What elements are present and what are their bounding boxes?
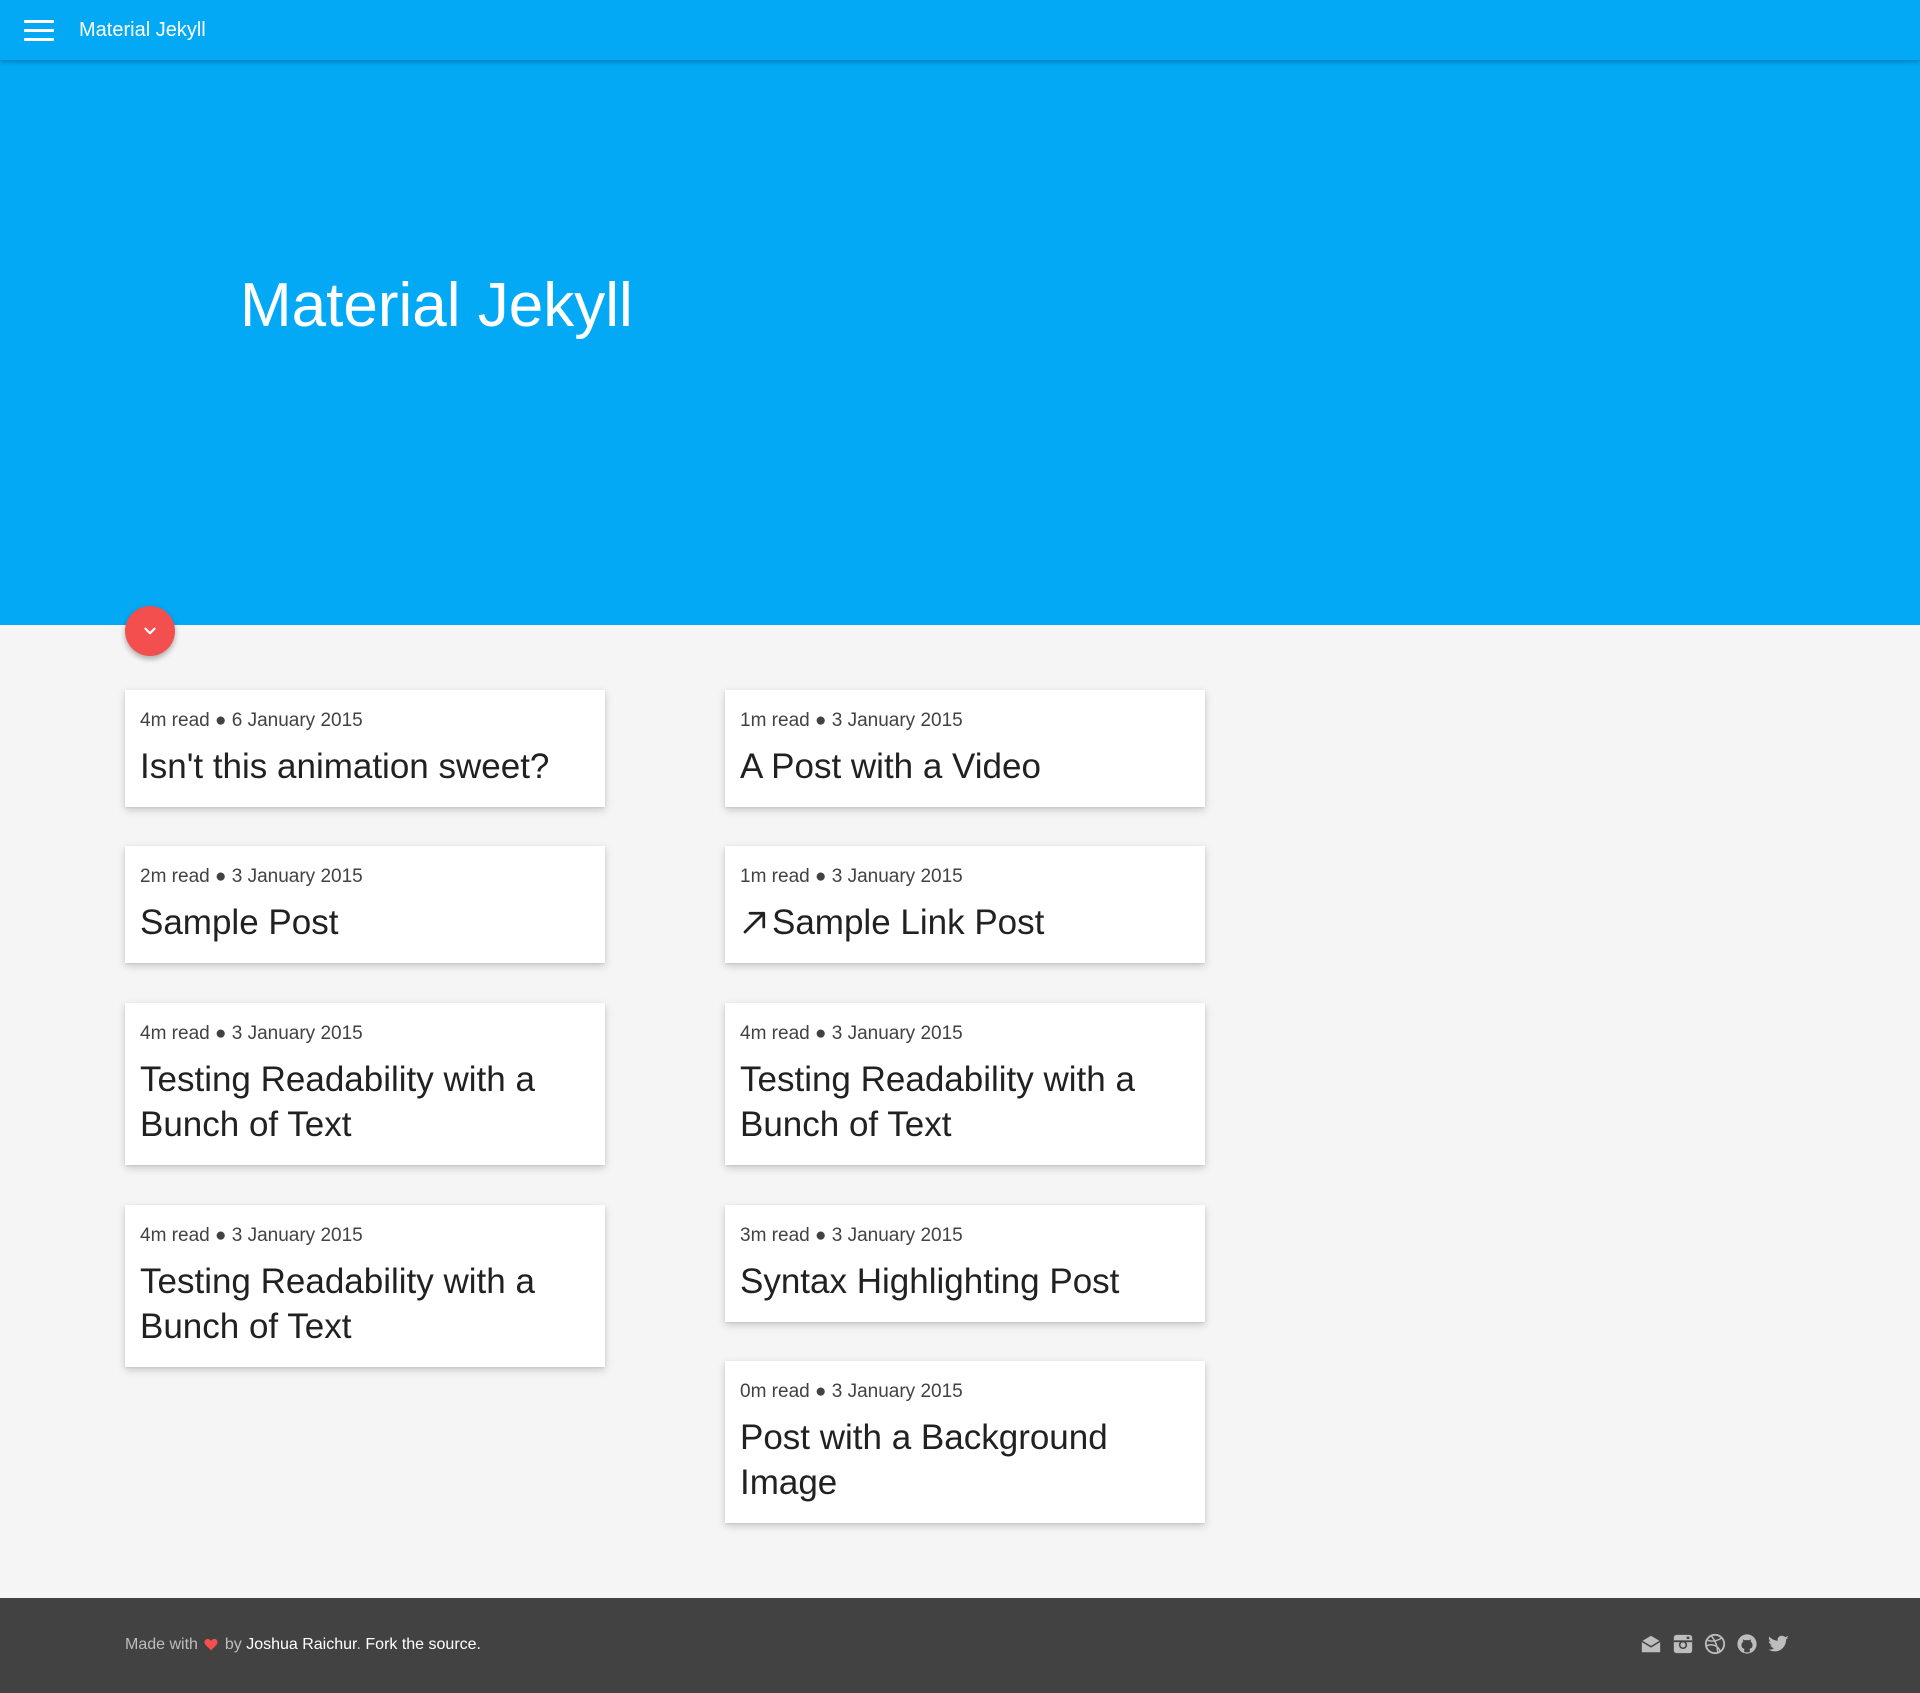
twitter-icon[interactable]: [1768, 1633, 1790, 1655]
post-title[interactable]: Testing Readability with a Bunch of Text: [140, 1057, 590, 1147]
post-meta: 1m read ● 3 January 2015: [740, 866, 963, 887]
hero-banner: Material Jekyll: [0, 60, 1920, 625]
post-card-sample[interactable]: 2m read ● 3 January 2015 Sample Post: [125, 846, 605, 963]
post-meta: 3m read ● 3 January 2015: [740, 1225, 963, 1246]
footer-credits: Made with by Joshua Raichur. Fork the so…: [125, 1636, 481, 1654]
post-meta: 4m read ● 6 January 2015: [140, 710, 363, 731]
scroll-down-button[interactable]: [125, 606, 175, 656]
post-card-link[interactable]: 1m read ● 3 January 2015 Sample Link Pos…: [725, 846, 1205, 963]
menu-icon[interactable]: [24, 14, 56, 46]
post-title[interactable]: Sample Post: [140, 900, 590, 945]
social-links: [1640, 1633, 1790, 1655]
post-card-readability[interactable]: 4m read ● 3 January 2015 Testing Readabi…: [125, 1205, 605, 1367]
post-meta: 1m read ● 3 January 2015: [740, 710, 963, 731]
post-meta: 4m read ● 3 January 2015: [140, 1225, 363, 1246]
footer-by: by: [224, 1636, 242, 1653]
github-icon[interactable]: [1736, 1633, 1758, 1655]
post-title[interactable]: Testing Readability with a Bunch of Text: [140, 1259, 590, 1349]
footer: Made with by Joshua Raichur. Fork the so…: [0, 1598, 1920, 1693]
arrow-up-right-icon: [743, 911, 766, 934]
app-bar: Material Jekyll: [0, 0, 1920, 60]
fork-source-link[interactable]: Fork the source.: [365, 1636, 481, 1653]
instagram-icon[interactable]: [1672, 1633, 1694, 1655]
post-title[interactable]: Testing Readability with a Bunch of Text: [740, 1057, 1190, 1147]
footer-made-with: Made with: [125, 1636, 198, 1653]
post-card-animation[interactable]: 4m read ● 6 January 2015 Isn't this anim…: [125, 690, 605, 807]
app-title[interactable]: Material Jekyll: [79, 19, 206, 42]
chevron-down-icon: [144, 627, 156, 635]
post-title[interactable]: A Post with a Video: [740, 744, 1190, 789]
hero-title: Material Jekyll: [240, 271, 633, 340]
author-link[interactable]: Joshua Raichur: [246, 1636, 356, 1653]
heart-icon: [204, 1638, 218, 1651]
post-meta: 4m read ● 3 January 2015: [140, 1023, 363, 1044]
post-meta: 4m read ● 3 January 2015: [740, 1023, 963, 1044]
post-meta: 2m read ● 3 January 2015: [140, 866, 363, 887]
post-card-syntax[interactable]: 3m read ● 3 January 2015 Syntax Highligh…: [725, 1205, 1205, 1322]
post-title: Sample Link Post: [772, 903, 1045, 942]
post-card-background[interactable]: 0m read ● 3 January 2015 Post with a Bac…: [725, 1361, 1205, 1523]
post-card-readability[interactable]: 4m read ● 3 January 2015 Testing Readabi…: [125, 1003, 605, 1165]
post-title-row[interactable]: Sample Link Post: [740, 900, 1190, 945]
post-meta: 0m read ● 3 January 2015: [740, 1381, 963, 1402]
post-title[interactable]: Post with a Background Image: [740, 1415, 1190, 1505]
post-card-video[interactable]: 1m read ● 3 January 2015 A Post with a V…: [725, 690, 1205, 807]
post-title[interactable]: Syntax Highlighting Post: [740, 1259, 1190, 1304]
mail-icon[interactable]: [1640, 1633, 1662, 1655]
post-card-readability[interactable]: 4m read ● 3 January 2015 Testing Readabi…: [725, 1003, 1205, 1165]
post-title[interactable]: Isn't this animation sweet?: [140, 744, 590, 789]
footer-period: .: [356, 1636, 361, 1653]
dribbble-icon[interactable]: [1704, 1633, 1726, 1655]
